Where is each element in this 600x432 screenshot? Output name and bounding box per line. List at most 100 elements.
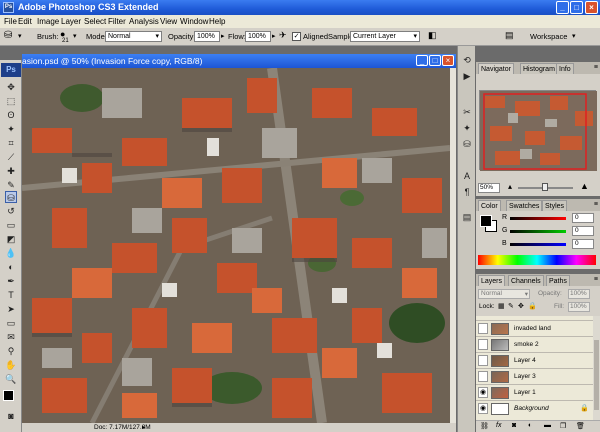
panel-menu-icon[interactable]: ≡ (594, 201, 598, 208)
layer-mask-icon[interactable]: ◙ (512, 422, 516, 429)
layer-row-invaded-land[interactable]: invaded land (476, 320, 593, 336)
tab-paths[interactable]: Paths (546, 275, 570, 286)
green-slider[interactable] (510, 230, 566, 233)
brushes-panel-icon[interactable]: ✦ (461, 122, 473, 134)
menu-help[interactable]: Help (209, 17, 225, 26)
vertical-scrollbar[interactable] (450, 68, 456, 423)
layer-row-layer-3[interactable]: Layer 3 (476, 368, 593, 384)
layer-visibility-toggle[interactable] (478, 371, 488, 382)
move-tool-icon[interactable]: ✥ (5, 81, 17, 93)
layer-comps-icon[interactable]: ▤ (461, 211, 473, 223)
lock-transparency-icon[interactable]: ▦ (498, 302, 505, 310)
document-canvas[interactable] (22, 68, 450, 423)
pen-tool-icon[interactable]: ✒ (5, 275, 17, 287)
clone-source-panel-icon[interactable]: ⛁ (461, 138, 473, 150)
shape-tool-icon[interactable]: ▭ (5, 317, 17, 329)
type-tool-icon[interactable]: T (5, 289, 17, 301)
tab-info[interactable]: Info (556, 63, 574, 74)
clone-stamp-icon[interactable]: ⛁ (4, 30, 12, 41)
flow-field[interactable]: 100% (245, 31, 271, 42)
layer-row-layer-1[interactable]: ◉ Layer 1 (476, 384, 593, 400)
notes-tool-icon[interactable]: ✉ (5, 331, 17, 343)
history-panel-icon[interactable]: ⟲ (461, 54, 473, 66)
path-selection-tool-icon[interactable]: ➤ (5, 303, 17, 315)
workspace-arrow-icon[interactable]: ▾ (572, 32, 576, 40)
flow-arrow-icon[interactable]: ▸ (272, 32, 276, 40)
clone-stamp-tool-icon[interactable]: ⛁ (5, 191, 17, 203)
app-title-bar[interactable]: Ps Adobe Photoshop CS3 Extended _ □ × (0, 0, 600, 15)
status-menu-arrow-icon[interactable]: ▸ (142, 423, 145, 431)
workspace-label[interactable]: Workspace (530, 32, 567, 41)
navigator-zoom-field[interactable]: 50% (478, 183, 500, 193)
lock-pixels-icon[interactable]: ✎ (508, 302, 514, 310)
minimize-button[interactable]: _ (556, 1, 569, 14)
menu-filter[interactable]: Filter (108, 17, 126, 26)
tool-presets-icon[interactable]: ✂ (461, 106, 473, 118)
lock-position-icon[interactable]: ✥ (518, 302, 524, 310)
link-layers-icon[interactable]: ⛓ (480, 422, 489, 430)
healing-brush-tool-icon[interactable]: ✚ (5, 165, 17, 177)
layer-row-layer-4[interactable]: Layer 4 (476, 352, 593, 368)
tool-preset-arrow-icon[interactable]: ▾ (18, 32, 22, 40)
blur-tool-icon[interactable]: 💧 (5, 247, 17, 259)
layer-style-icon[interactable]: fx (496, 422, 501, 429)
fill-field[interactable]: 100% (568, 302, 590, 312)
zoom-in-icon[interactable]: ▲ (580, 181, 589, 191)
navigator-thumbnail[interactable] (479, 90, 597, 171)
eyedropper-tool-icon[interactable]: ⚲ (5, 345, 17, 357)
slice-tool-icon[interactable]: ⟋ (5, 151, 17, 163)
quick-mask-icon[interactable]: ◙ (5, 410, 17, 422)
layer-visibility-toggle[interactable]: ◉ (478, 387, 488, 398)
layer-visibility-toggle[interactable] (478, 323, 488, 334)
tab-navigator[interactable]: Navigator (478, 63, 514, 74)
sample-select[interactable]: Current Layer ▾ (350, 31, 420, 42)
menu-view[interactable]: View (160, 17, 177, 26)
airbrush-icon[interactable]: ✈ (279, 30, 287, 41)
doc-close-button[interactable]: × (442, 55, 454, 66)
lasso-tool-icon[interactable]: ʘ (5, 109, 17, 121)
blue-slider[interactable] (510, 243, 566, 246)
menu-select[interactable]: Select (84, 17, 106, 26)
layer-visibility-toggle[interactable]: ◉ (478, 403, 488, 414)
blend-mode-select[interactable]: Normal ▾ (478, 289, 530, 299)
close-button[interactable]: × (585, 1, 598, 14)
history-brush-tool-icon[interactable]: ↺ (5, 205, 17, 217)
brush-tool-icon[interactable]: ✎ (5, 179, 17, 191)
opacity-field[interactable]: 100% (194, 31, 220, 42)
zoom-slider-handle[interactable] (542, 183, 548, 191)
tab-styles[interactable]: Styles (542, 200, 568, 211)
menu-layer[interactable]: Layer (61, 17, 81, 26)
tab-layers[interactable]: Layers (478, 275, 506, 286)
red-value-field[interactable]: 0 (572, 213, 594, 223)
menu-edit[interactable]: Edit (18, 17, 32, 26)
tab-channels[interactable]: Channels (508, 275, 544, 286)
maximize-button[interactable]: □ (570, 1, 583, 14)
color-spectrum-ramp[interactable] (478, 255, 596, 265)
new-layer-icon[interactable]: ❐ (560, 422, 566, 430)
new-group-icon[interactable]: ▬ (544, 422, 551, 429)
zoom-out-icon[interactable]: ▴ (508, 182, 512, 191)
mode-select[interactable]: Normal ▾ (105, 31, 162, 42)
crop-tool-icon[interactable]: ⌗ (5, 137, 17, 149)
tab-swatches[interactable]: Swatches (506, 200, 543, 211)
tab-color[interactable]: Color (478, 200, 501, 211)
layer-visibility-toggle[interactable] (478, 339, 488, 350)
layer-row-smoke-2[interactable]: smoke 2 (476, 336, 593, 352)
character-panel-icon[interactable]: A (461, 170, 473, 182)
menu-window[interactable]: Window (180, 17, 208, 26)
actions-panel-icon[interactable]: ▶ (461, 70, 473, 82)
tab-histogram[interactable]: Histogram (520, 63, 558, 74)
hand-tool-icon[interactable]: ✋ (5, 359, 17, 371)
eraser-tool-icon[interactable]: ▭ (5, 219, 17, 231)
document-title-bar[interactable]: asion.psd @ 50% (Invasion Force copy, RG… (22, 54, 456, 68)
marquee-tool-icon[interactable]: ⬚ (5, 95, 17, 107)
foreground-color-swatch[interactable] (3, 390, 14, 401)
opacity-arrow-icon[interactable]: ▸ (221, 32, 225, 40)
panel-menu-icon[interactable]: ≡ (594, 276, 598, 283)
layer-opacity-field[interactable]: 100% (568, 289, 590, 299)
panel-menu-icon[interactable]: ≡ (594, 64, 598, 71)
menu-analysis[interactable]: Analysis (129, 17, 159, 26)
menu-file[interactable]: File (4, 17, 17, 26)
gradient-tool-icon[interactable]: ◩ (5, 233, 17, 245)
red-slider[interactable] (510, 217, 566, 220)
